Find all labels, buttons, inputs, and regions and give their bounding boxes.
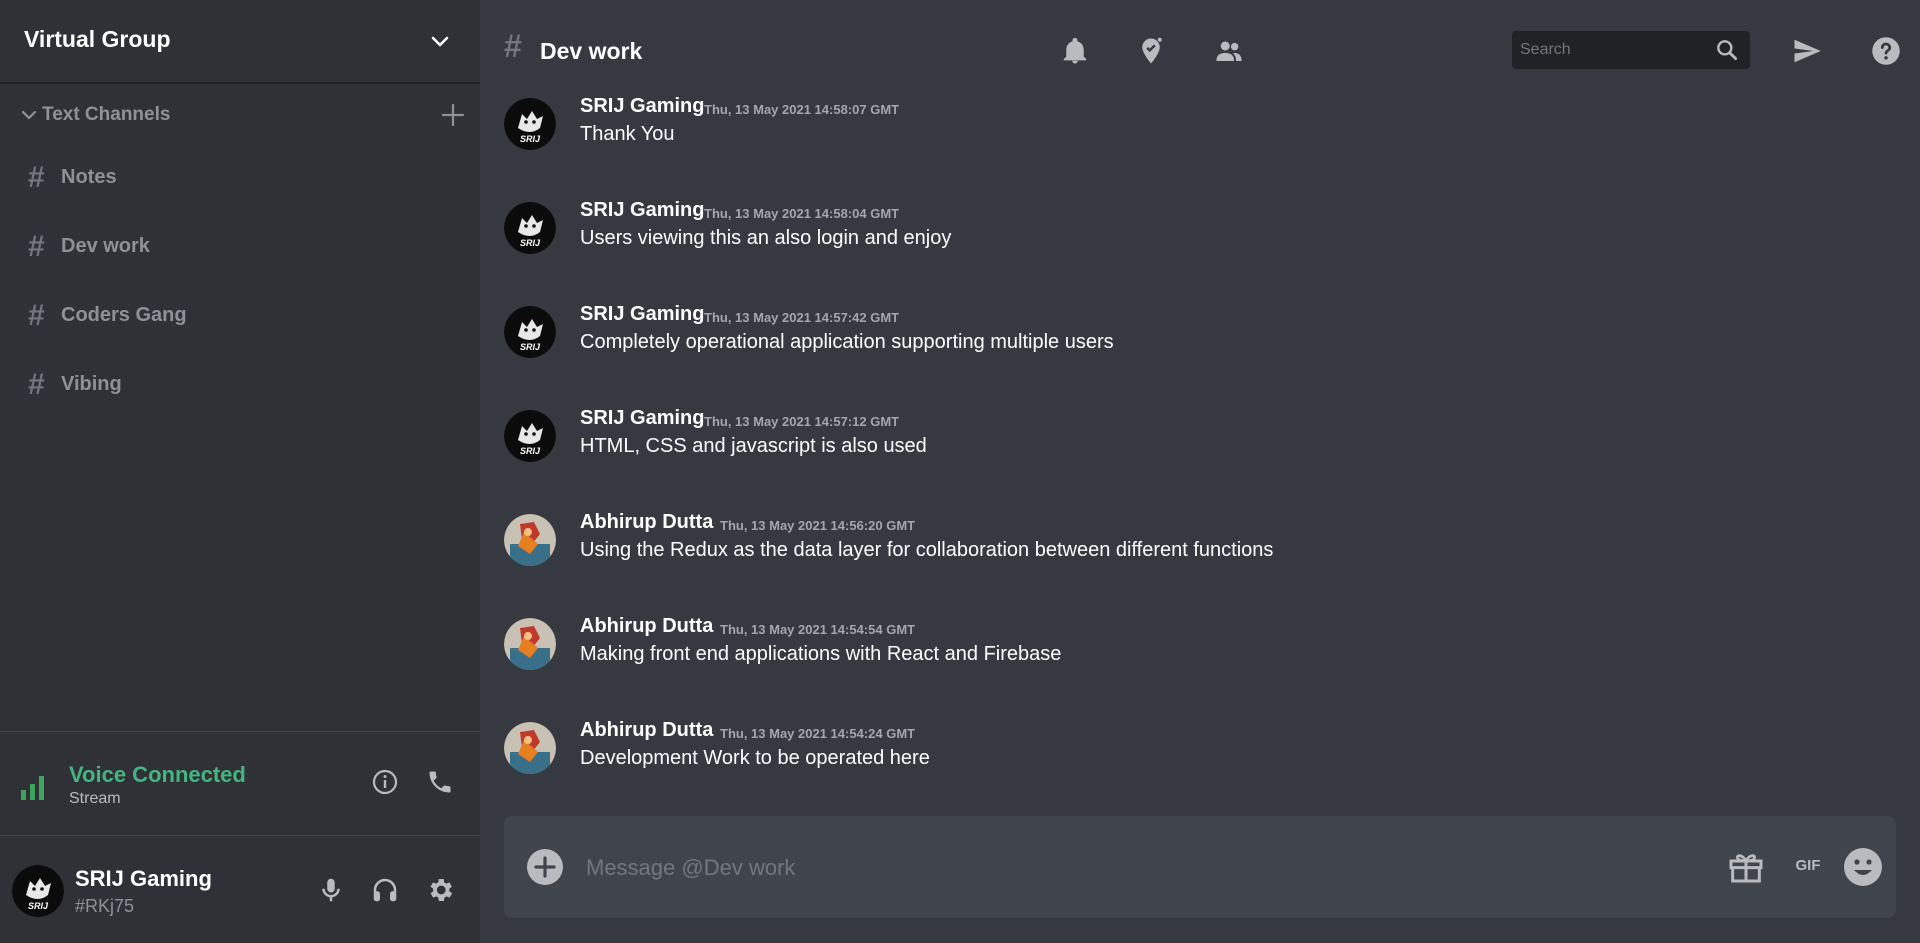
message-timestamp: Thu, 13 May 2021 14:54:24 GMT bbox=[720, 726, 916, 741]
signal-strength-icon bbox=[20, 770, 50, 800]
add-circle-icon[interactable] bbox=[526, 848, 564, 886]
microphone-icon[interactable] bbox=[316, 875, 346, 905]
search-input[interactable] bbox=[1512, 31, 1712, 69]
message-text: Using the Redux as the data layer for co… bbox=[580, 539, 1274, 561]
add-channel-icon[interactable] bbox=[440, 102, 466, 128]
message-author[interactable]: SRIJ Gaming bbox=[580, 95, 704, 118]
gift-icon[interactable] bbox=[1726, 846, 1766, 886]
sidebar-item-notes[interactable]: # Notes bbox=[24, 155, 454, 199]
sidebar-item-label: Vibing bbox=[61, 373, 122, 395]
message-item: Abhirup Dutta Thu, 13 May 2021 14:54:24 … bbox=[504, 716, 1884, 776]
help-icon[interactable] bbox=[1871, 36, 1901, 66]
hash-icon: # bbox=[28, 299, 45, 332]
message-timestamp: Thu, 13 May 2021 14:58:07 GMT bbox=[704, 102, 900, 117]
avatar[interactable] bbox=[504, 618, 556, 670]
search-bar[interactable] bbox=[1512, 31, 1750, 69]
message-text: Making front end applications with React… bbox=[580, 643, 1062, 665]
avatar[interactable]: SRIJ bbox=[504, 306, 556, 358]
headphones-icon[interactable] bbox=[370, 875, 400, 905]
category-label: Text Channels bbox=[42, 104, 171, 125]
message-timestamp: Thu, 13 May 2021 14:56:20 GMT bbox=[720, 518, 916, 533]
message-text: Completely operational application suppo… bbox=[580, 331, 1114, 353]
avatar[interactable]: SRIJ bbox=[12, 865, 64, 917]
search-icon[interactable] bbox=[1714, 37, 1740, 63]
channel-sidebar: Virtual Group Text Channels # Notes # De… bbox=[0, 0, 480, 943]
avatar[interactable] bbox=[504, 722, 556, 774]
message-author[interactable]: SRIJ Gaming bbox=[580, 303, 704, 326]
message-item: SRIJ SRIJ Gaming Thu, 13 May 2021 14:58:… bbox=[504, 92, 1884, 152]
category-chevron-icon[interactable] bbox=[20, 106, 38, 124]
members-icon[interactable] bbox=[1214, 36, 1244, 66]
message-timestamp: Thu, 13 May 2021 14:58:04 GMT bbox=[704, 206, 900, 221]
sidebar-item-label: Notes bbox=[61, 166, 117, 188]
user-tag: #RKj75 bbox=[75, 896, 135, 916]
message-text: Users viewing this an also login and enj… bbox=[580, 227, 952, 249]
avatar[interactable] bbox=[504, 514, 556, 566]
avatar[interactable]: SRIJ bbox=[504, 410, 556, 462]
message-author[interactable]: Abhirup Dutta bbox=[580, 511, 713, 534]
message-list[interactable]: SRIJ SRIJ Gaming Thu, 13 May 2021 14:58:… bbox=[480, 82, 1920, 802]
sidebar-item-coders-gang[interactable]: # Coders Gang bbox=[24, 293, 454, 337]
sidebar-item-dev-work[interactable]: # Dev work bbox=[24, 224, 454, 268]
bell-icon[interactable] bbox=[1060, 36, 1090, 66]
message-author[interactable]: SRIJ Gaming bbox=[580, 407, 704, 430]
hash-icon: # bbox=[28, 161, 45, 194]
message-item: SRIJ SRIJ Gaming Thu, 13 May 2021 14:57:… bbox=[504, 300, 1884, 360]
voice-status-title: Voice Connected bbox=[69, 762, 246, 787]
channel-header: # Dev work bbox=[480, 0, 1920, 82]
avatar-lettering: SRIJ bbox=[28, 901, 49, 911]
message-text: Thank You bbox=[580, 123, 675, 145]
emoji-icon[interactable] bbox=[1842, 846, 1884, 888]
user-panel: SRIJ SRIJ Gaming #RKj75 bbox=[0, 836, 480, 943]
message-item: SRIJ SRIJ Gaming Thu, 13 May 2021 14:57:… bbox=[504, 404, 1884, 464]
avatar-lettering: SRIJ bbox=[520, 446, 541, 456]
sidebar-item-vibing[interactable]: # Vibing bbox=[24, 362, 454, 406]
message-item: Abhirup Dutta Thu, 13 May 2021 14:54:54 … bbox=[504, 612, 1884, 672]
message-text: HTML, CSS and javascript is also used bbox=[580, 435, 927, 457]
gear-icon[interactable] bbox=[425, 875, 455, 905]
message-item: SRIJ SRIJ Gaming Thu, 13 May 2021 14:58:… bbox=[504, 196, 1884, 256]
disconnect-phone-icon[interactable] bbox=[426, 768, 454, 796]
channel-title: Dev work bbox=[540, 38, 643, 64]
message-item: Abhirup Dutta Thu, 13 May 2021 14:56:20 … bbox=[504, 508, 1884, 568]
server-header[interactable]: Virtual Group bbox=[0, 0, 480, 84]
message-timestamp: Thu, 13 May 2021 14:54:54 GMT bbox=[720, 622, 916, 637]
avatar-lettering: SRIJ bbox=[520, 238, 541, 248]
avatar[interactable]: SRIJ bbox=[504, 98, 556, 150]
voice-connection-panel: Voice Connected Stream bbox=[0, 731, 480, 836]
send-icon[interactable] bbox=[1792, 36, 1822, 66]
sidebar-item-label: Coders Gang bbox=[61, 304, 187, 326]
message-composer: GIF bbox=[504, 816, 1896, 918]
username: SRIJ Gaming bbox=[75, 866, 212, 891]
avatar[interactable]: SRIJ bbox=[504, 202, 556, 254]
message-input[interactable] bbox=[584, 842, 1588, 894]
hash-icon: # bbox=[28, 230, 45, 263]
info-icon[interactable] bbox=[370, 767, 400, 797]
chevron-down-icon[interactable] bbox=[428, 30, 452, 54]
message-timestamp: Thu, 13 May 2021 14:57:12 GMT bbox=[704, 414, 900, 429]
hash-icon: # bbox=[504, 28, 522, 64]
category-text-channels[interactable]: Text Channels bbox=[16, 100, 466, 130]
pin-icon[interactable] bbox=[1136, 36, 1166, 66]
message-author[interactable]: Abhirup Dutta bbox=[580, 615, 713, 638]
message-timestamp: Thu, 13 May 2021 14:57:42 GMT bbox=[704, 310, 900, 325]
message-text: Development Work to be operated here bbox=[580, 747, 930, 769]
message-author[interactable]: SRIJ Gaming bbox=[580, 199, 704, 222]
gif-button[interactable]: GIF bbox=[1791, 853, 1825, 879]
server-name: Virtual Group bbox=[24, 26, 171, 52]
voice-channel-name[interactable]: Stream bbox=[69, 790, 121, 808]
hash-icon: # bbox=[28, 368, 45, 401]
sidebar-item-label: Dev work bbox=[61, 235, 150, 257]
chat-area: # Dev work SRIJ SRIJ Gam bbox=[480, 0, 1920, 943]
avatar-lettering: SRIJ bbox=[520, 134, 541, 144]
message-author[interactable]: Abhirup Dutta bbox=[580, 719, 713, 742]
avatar-lettering: SRIJ bbox=[520, 342, 541, 352]
